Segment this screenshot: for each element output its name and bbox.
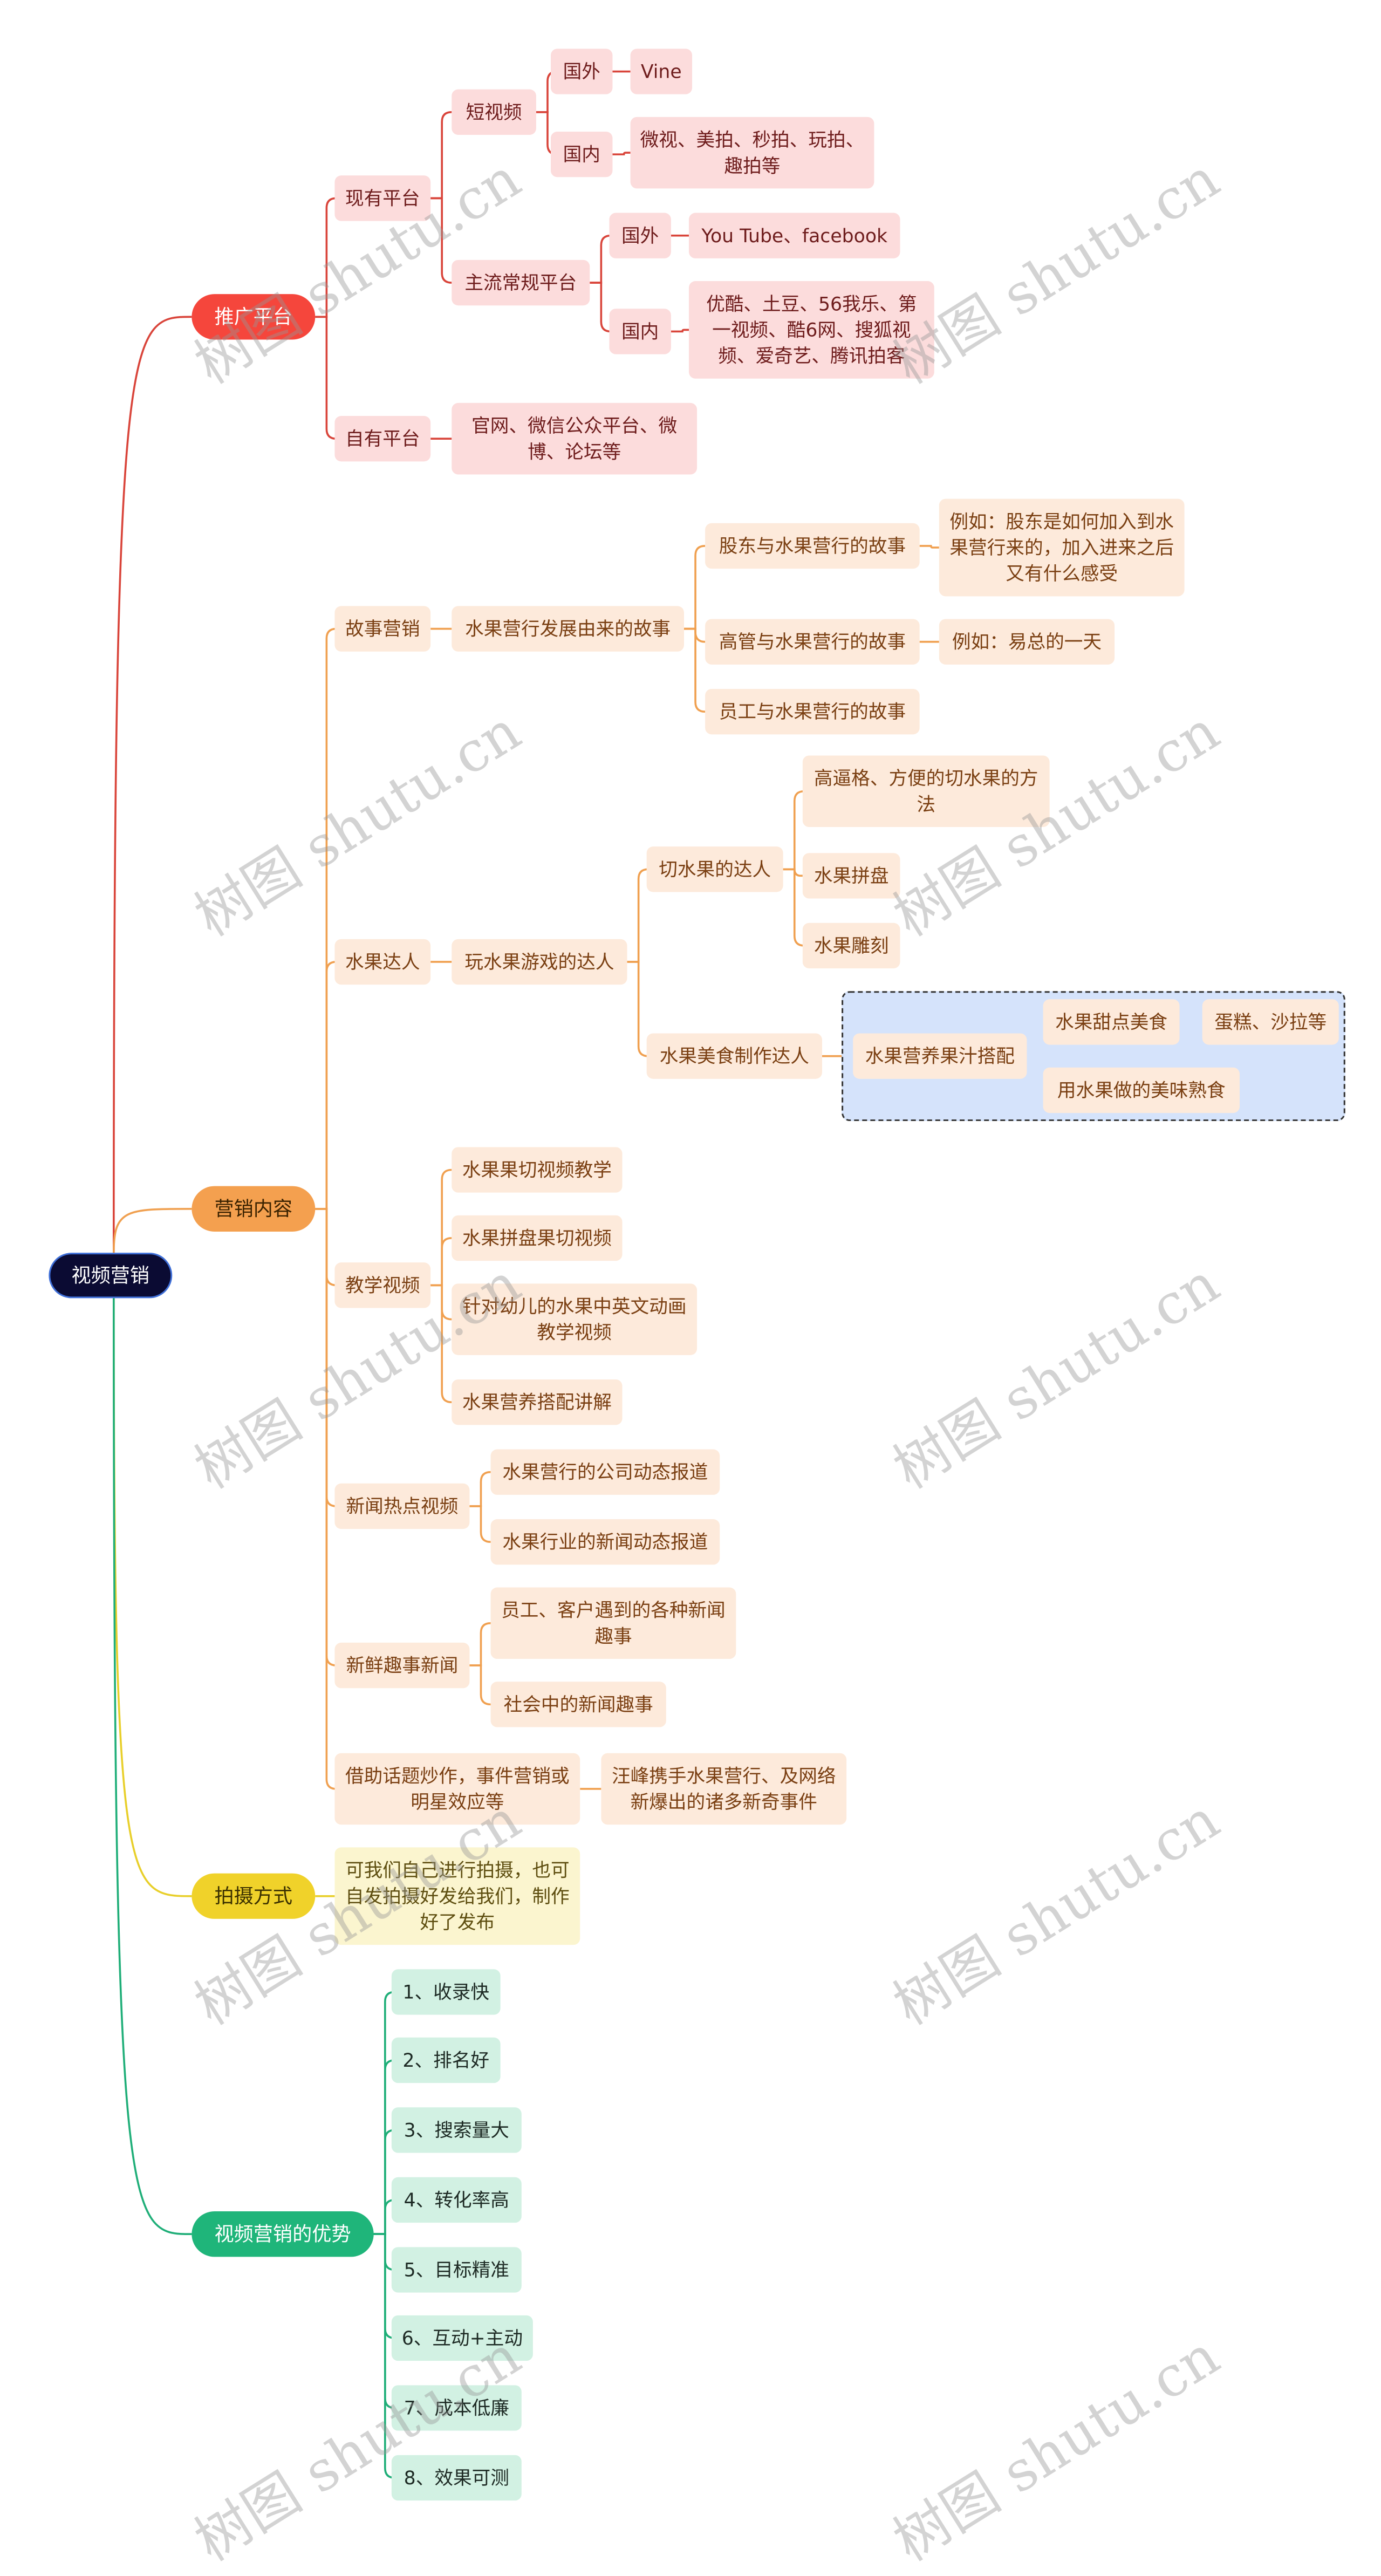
node-shareholder-example[interactable]: 例如：股东是如何加入到水果营行来的，加入进来之后又有什么感受 xyxy=(939,498,1185,597)
connector-line xyxy=(315,197,337,318)
advantage-item[interactable]: 1、收录快 xyxy=(391,1969,501,2015)
advantage-item[interactable]: 7、成本低廉 xyxy=(391,2385,522,2431)
connector-line xyxy=(113,1207,192,1253)
branch-shooting[interactable]: 拍摄方式 xyxy=(192,1873,316,1919)
node-executive-story[interactable]: 高管与水果营行的故事 xyxy=(705,619,920,665)
node-fun-item[interactable]: 员工、客户遇到的各种新闻趣事 xyxy=(490,1587,736,1659)
node-teaching-video[interactable]: 教学视频 xyxy=(334,1262,431,1308)
connector-line xyxy=(315,961,337,1210)
node-teaching-item[interactable]: 针对幼儿的水果中英文动画教学视频 xyxy=(452,1283,698,1355)
advantage-item[interactable]: 2、排名好 xyxy=(391,2037,501,2083)
node-foreign[interactable]: 国外 xyxy=(551,49,613,94)
node-foreign[interactable]: 国外 xyxy=(609,213,671,258)
node-cutting-expert[interactable]: 切水果的达人 xyxy=(646,846,783,892)
node-news-video[interactable]: 新闻热点视频 xyxy=(334,1483,470,1529)
branch-advantages[interactable]: 视频营销的优势 xyxy=(192,2211,374,2257)
node-cooked-food[interactable]: 用水果做的美味熟食 xyxy=(1043,1067,1240,1113)
connector-line xyxy=(919,545,939,549)
node-executive-example[interactable]: 例如：易总的一天 xyxy=(939,619,1115,665)
connector-line xyxy=(683,545,706,630)
node-fun-news[interactable]: 新鲜趣事新闻 xyxy=(334,1642,470,1689)
branch-promotion[interactable]: 推广平台 xyxy=(192,294,316,340)
node-domestic[interactable]: 国内 xyxy=(609,309,671,354)
connector-line xyxy=(315,1207,337,1790)
node-platter[interactable]: 水果拼盘 xyxy=(802,853,900,899)
node-carving[interactable]: 水果雕刻 xyxy=(802,923,900,969)
node-foreign-items[interactable]: Vine xyxy=(630,49,693,94)
connector-lines xyxy=(113,70,1202,2479)
node-own-items[interactable]: 官网、微信公众平台、微博、论坛等 xyxy=(452,402,698,475)
node-domestic-items[interactable]: 优酷、土豆、56我乐、第一视频、酷6网、搜狐视频、爱奇艺、腾讯拍客 xyxy=(689,281,934,379)
node-foreign-items[interactable]: You Tube、facebook xyxy=(689,213,900,258)
connector-line xyxy=(430,197,452,284)
connector-line xyxy=(469,1505,491,1543)
connector-line xyxy=(430,111,452,200)
node-domestic-items[interactable]: 微视、美拍、秒拍、玩拍、趣拍等 xyxy=(630,117,874,189)
node-story-marketing[interactable]: 故事营销 xyxy=(334,606,431,652)
node-shareholder-story[interactable]: 股东与水果营行的故事 xyxy=(705,523,920,569)
node-food-expert[interactable]: 水果美食制作达人 xyxy=(646,1033,822,1079)
mind-map-canvas: 视频营销 推广平台 营销内容 拍摄方式 视频营销的优势 现有平台 自有平台 短视… xyxy=(0,0,1381,2575)
connector-line xyxy=(627,868,648,963)
node-own-platform[interactable]: 自有平台 xyxy=(334,416,431,462)
node-game-expert[interactable]: 玩水果游戏的达人 xyxy=(452,939,627,985)
advantage-item[interactable]: 8、效果可测 xyxy=(391,2455,522,2501)
connector-line xyxy=(469,1664,491,1706)
connector-line xyxy=(590,234,611,284)
connector-line xyxy=(671,329,689,333)
node-hype-marketing[interactable]: 借助话题炒作，事件营销或明星效应等 xyxy=(334,1753,580,1825)
connector-line xyxy=(113,1298,192,2236)
root-node[interactable]: 视频营销 xyxy=(49,1253,173,1299)
advantage-item[interactable]: 6、互动+主动 xyxy=(391,2315,533,2361)
node-mainstream[interactable]: 主流常规平台 xyxy=(452,259,590,306)
node-teaching-item[interactable]: 水果营养搭配讲解 xyxy=(452,1379,623,1425)
connector-line xyxy=(469,1622,491,1666)
advantage-item[interactable]: 4、转化率高 xyxy=(391,2177,522,2223)
node-fun-item[interactable]: 社会中的新闻趣事 xyxy=(490,1682,666,1727)
node-news-item[interactable]: 水果行业的新闻动态报道 xyxy=(490,1519,720,1565)
node-cutting-method[interactable]: 高逼格、方便的切水果的方法 xyxy=(802,755,1050,828)
connector-line xyxy=(590,282,611,333)
connector-line xyxy=(430,1284,452,1403)
connector-line xyxy=(469,1471,491,1507)
node-shooting-detail[interactable]: 可我们自己进行拍摄，也可自发拍摄好发给我们，制作好了发布 xyxy=(334,1847,580,1945)
node-story-origin[interactable]: 水果营行发展由来的故事 xyxy=(452,606,684,652)
node-hype-example[interactable]: 汪峰携手水果营行、及网络新爆出的诸多新奇事件 xyxy=(601,1753,847,1825)
node-news-item[interactable]: 水果营行的公司动态报道 xyxy=(490,1449,720,1495)
node-juice[interactable]: 水果营养果汁搭配 xyxy=(853,1033,1027,1079)
connector-line xyxy=(315,316,337,440)
connector-line xyxy=(783,868,804,947)
connector-line xyxy=(783,790,804,871)
connector-line xyxy=(113,1298,192,1897)
connector-line xyxy=(612,152,631,155)
node-teaching-item[interactable]: 水果果切视频教学 xyxy=(452,1147,623,1193)
node-existing-platform[interactable]: 现有平台 xyxy=(334,175,431,221)
branch-content[interactable]: 营销内容 xyxy=(192,1186,316,1232)
node-dessert[interactable]: 水果甜点美食 xyxy=(1043,999,1180,1045)
node-fruit-expert[interactable]: 水果达人 xyxy=(334,939,431,985)
node-dessert-items[interactable]: 蛋糕、沙拉等 xyxy=(1202,999,1339,1045)
node-short-video[interactable]: 短视频 xyxy=(452,89,536,135)
node-employee-story[interactable]: 员工与水果营行的故事 xyxy=(705,689,920,735)
advantage-item[interactable]: 5、目标精准 xyxy=(391,2247,522,2293)
advantage-item[interactable]: 3、搜索量大 xyxy=(391,2107,522,2153)
node-domestic[interactable]: 国内 xyxy=(551,131,613,177)
connector-line xyxy=(113,316,192,1253)
connector-line xyxy=(627,961,648,1057)
node-teaching-item[interactable]: 水果拼盘果切视频 xyxy=(452,1215,623,1261)
